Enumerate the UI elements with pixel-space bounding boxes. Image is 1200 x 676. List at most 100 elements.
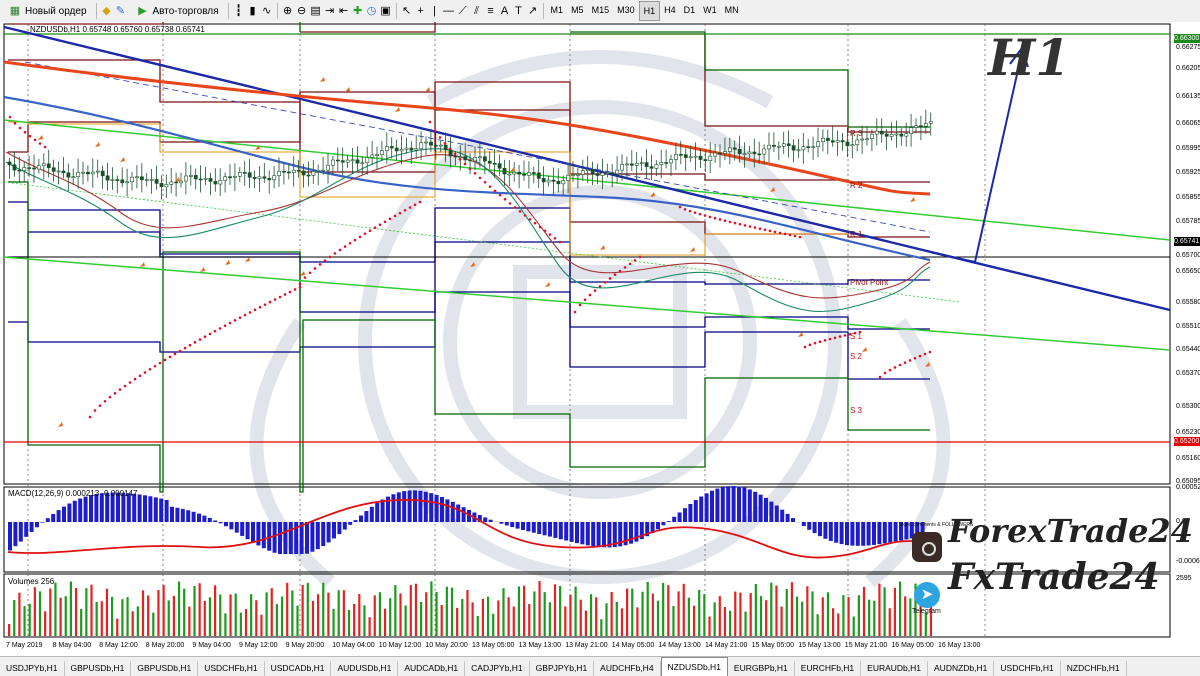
moving-average-teal [6, 149, 930, 312]
macd-bar [553, 522, 557, 538]
time-axis-label: 15 May 05:00 [752, 642, 794, 649]
candle-body [523, 174, 526, 175]
candle-body [116, 180, 119, 181]
macd-bar [46, 518, 50, 522]
sar-dot [274, 298, 277, 301]
toolbar-separator [277, 3, 278, 19]
brand-fxtrade24: FxTrade24 [948, 556, 1160, 598]
symbol-tab[interactable]: GBPUSDb,H1 [131, 661, 198, 676]
timeframe-m5[interactable]: M5 [567, 1, 588, 19]
symbol-tab[interactable]: AUDNZDb,H1 [928, 661, 994, 676]
volume-bar [34, 587, 36, 636]
volume-bar [266, 592, 268, 636]
macd-bar [219, 522, 223, 523]
volume-bar [8, 624, 10, 636]
timeframe-h4[interactable]: H4 [660, 1, 680, 19]
vertical-line-icon[interactable]: | [428, 4, 442, 18]
channel-icon[interactable]: ⫽ [470, 4, 484, 18]
chart-window[interactable]: R 3R 2R 1Pivot PointS 1S 2S 3 NZDUSDb,H1… [0, 22, 1200, 654]
volume-bar [85, 588, 87, 636]
timeframe-m30[interactable]: M30 [613, 1, 639, 19]
horizontal-line-icon[interactable]: — [442, 4, 456, 18]
new-order-button[interactable]: ▦ Новый ордер [2, 1, 93, 21]
tile-windows-icon[interactable]: ▤ [309, 4, 323, 18]
volume-bar [389, 598, 391, 636]
bookmark-icon[interactable]: ◆ [100, 4, 114, 18]
macd-bar [186, 510, 190, 522]
sar-dot [439, 136, 442, 139]
candle-body [797, 150, 800, 151]
label-icon[interactable]: T [512, 4, 526, 18]
indicators-icon[interactable]: ✚ [351, 4, 365, 18]
candle-body [454, 156, 457, 157]
autotrading-icon: ▶ [136, 4, 150, 18]
symbol-tab[interactable]: NZDUSDb,H1 [661, 657, 728, 676]
symbol-tab[interactable]: EURCHFb,H1 [795, 661, 861, 676]
sar-dot [444, 142, 447, 145]
candle-body [376, 155, 379, 156]
templates-icon[interactable]: ▣ [379, 4, 393, 18]
symbol-tab[interactable]: GBPUSDb,H1 [65, 661, 132, 676]
sar-dot [19, 127, 22, 130]
volume-bar [575, 587, 577, 636]
volume-bar [75, 588, 77, 636]
timeframe-m15[interactable]: M15 [588, 1, 614, 19]
volume-bar [672, 606, 674, 636]
symbol-tab[interactable]: CADJPYb,H1 [465, 661, 530, 676]
candle-body [851, 145, 854, 146]
expert-icon[interactable]: ✎ [114, 4, 128, 18]
timeframe-d1[interactable]: D1 [680, 1, 700, 19]
chart-shift-icon[interactable]: ⇤ [337, 4, 351, 18]
line-chart-icon[interactable]: ∿ [260, 4, 274, 18]
candle-body [292, 170, 295, 172]
volume-bar [291, 590, 293, 636]
sar-dot [599, 285, 602, 288]
time-axis-label: 10 May 04:00 [332, 642, 374, 649]
crosshair-icon[interactable]: + [414, 4, 428, 18]
candle-chart-icon[interactable]: ▮ [246, 4, 260, 18]
volume-bar [801, 602, 803, 636]
candle-body [772, 145, 775, 146]
timeframe-h1[interactable]: H1 [639, 1, 661, 21]
price-axis-label: 0.65741 [1174, 237, 1200, 246]
sar-dot [294, 288, 297, 291]
timeframe-mn[interactable]: MN [721, 1, 743, 19]
fibonacci-icon[interactable]: ≡ [484, 4, 498, 18]
cursor-icon[interactable]: ↖ [400, 4, 414, 18]
arrow-marker-icon[interactable]: ↗ [526, 4, 540, 18]
macd-bar [40, 522, 44, 523]
price-axis-label: 0.65785 [1176, 218, 1200, 225]
symbol-tab[interactable]: NZDCHFb,H1 [1061, 661, 1127, 676]
autoscroll-icon[interactable]: ⇥ [323, 4, 337, 18]
symbol-tab[interactable]: USDCADb,H1 [265, 661, 332, 676]
zoom-out-icon[interactable]: ⊖ [295, 4, 309, 18]
text-icon[interactable]: A [498, 4, 512, 18]
fractal-arrow [38, 135, 43, 140]
symbol-tab[interactable]: USDCHFb,H1 [198, 661, 264, 676]
sar-dot [104, 400, 107, 403]
symbol-tab[interactable]: GBPJPYb,H1 [530, 661, 595, 676]
volume-bar [394, 585, 396, 636]
volume-bar [796, 597, 798, 636]
symbol-tab[interactable]: EURGBPb,H1 [728, 661, 795, 676]
zoom-in-icon[interactable]: ⊕ [281, 4, 295, 18]
volume-bar [101, 601, 103, 636]
symbol-tab[interactable]: USDJPYb,H1 [0, 661, 65, 676]
symbol-tab[interactable]: USDCHFb,H1 [994, 661, 1060, 676]
volume-bar [688, 598, 690, 636]
periods-icon[interactable]: ◷ [365, 4, 379, 18]
candle-body [821, 138, 824, 141]
timeframe-m1[interactable]: M1 [547, 1, 568, 19]
volume-bar [214, 585, 216, 636]
macd-bar [748, 489, 752, 522]
trendline-icon[interactable]: ⟋ [456, 4, 470, 18]
autotrading-button[interactable]: ▶ Авто-торговля [130, 1, 225, 21]
timeframe-w1[interactable]: W1 [699, 1, 721, 19]
symbol-tab[interactable]: EURAUDb,H1 [861, 661, 928, 676]
sar-dot [414, 203, 417, 206]
bar-chart-icon[interactable]: ┇ [232, 4, 246, 18]
symbol-tab[interactable]: AUDCHFb,H4 [594, 661, 660, 676]
sar-dot [589, 294, 592, 297]
symbol-tab[interactable]: AUDCADb,H1 [398, 661, 465, 676]
symbol-tab[interactable]: AUDUSDb,H1 [331, 661, 398, 676]
